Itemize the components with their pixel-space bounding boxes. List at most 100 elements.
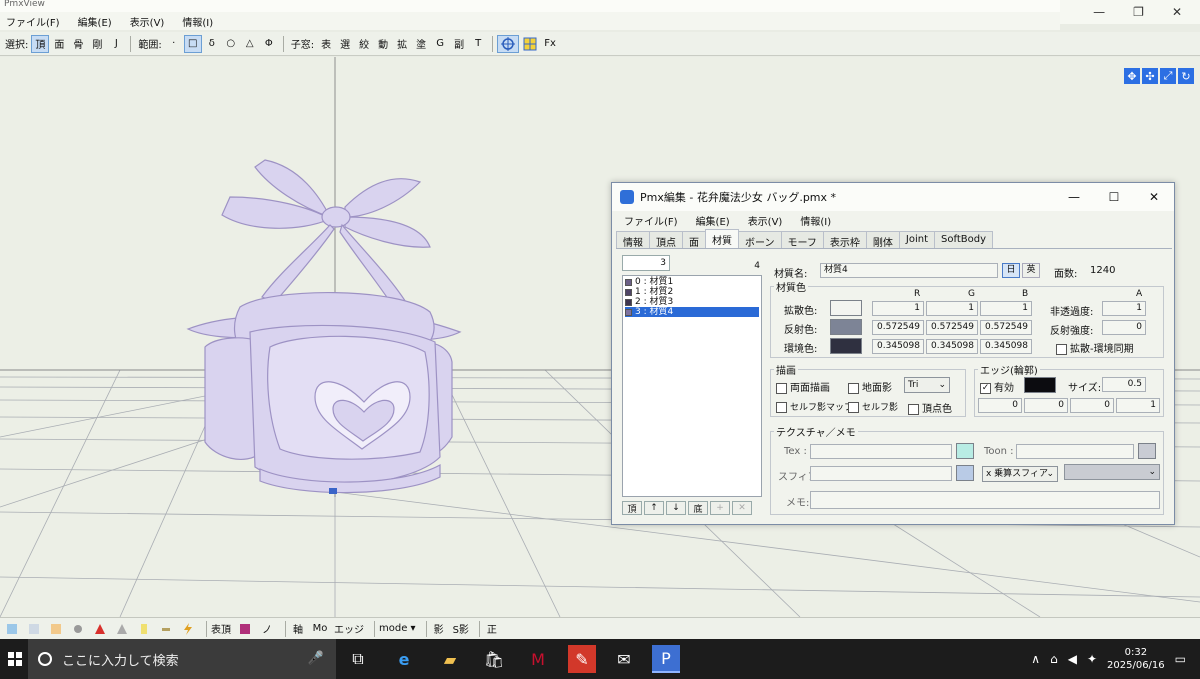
mode-dropdown[interactable]: mode ▾ [379,621,416,637]
list-item[interactable]: 1 : 材質2 [625,287,759,297]
move-bottom-button[interactable]: 底 [688,501,708,515]
select-bone-button[interactable]: 骨 [69,35,87,53]
file-explorer-icon[interactable]: ▰ [436,645,464,673]
edge-enabled-check-box[interactable]: ✓ [980,382,991,394]
diffuse-g-input[interactable]: 1 [926,301,978,316]
fx-button[interactable]: Fx [541,35,559,53]
rotate-icon[interactable]: ↻ [1178,68,1194,84]
dialog-menu-info[interactable]: 情報(I) [800,213,831,228]
mcafee-icon[interactable]: M [524,645,552,673]
specular-b-input[interactable]: 0.572549 [980,320,1032,335]
shadow-button[interactable]: 影 [431,621,447,637]
dialog-close-button[interactable]: ✕ [1134,183,1174,211]
volume-icon[interactable]: ◀ [1068,652,1077,666]
light-icon[interactable] [136,621,152,637]
network-icon[interactable]: ⌂ [1050,652,1058,666]
material-list[interactable]: 0 : 材質1 1 : 材質2 2 : 材質3 3 : 材質4 [622,275,762,497]
move-down-button[interactable]: ↓ [666,501,686,515]
normal-button[interactable]: ノ [259,621,275,637]
range-triangle-button[interactable]: △ [241,35,259,53]
tab-softbody[interactable]: SoftBody [934,231,993,248]
menu-info[interactable]: 情報(I) [182,14,213,29]
edge-size-input[interactable]: 0.5 [1102,377,1146,392]
tab-bone[interactable]: ボーン [738,231,782,249]
toon-path-input[interactable] [1016,444,1134,459]
tab-joint[interactable]: Joint [898,231,936,248]
specular-power-input[interactable]: 0 [1102,320,1146,335]
subwin-group-button[interactable]: G [431,35,449,53]
sync-check-box[interactable] [1056,343,1067,355]
edge-button[interactable]: エッジ [334,621,364,637]
self-shadow-map-check-box[interactable] [776,402,787,413]
move-xyz-icon[interactable]: ✥ [1124,68,1140,84]
chevron-up-icon[interactable]: ∧ [1031,652,1040,666]
close-button[interactable]: ✕ [1172,5,1182,19]
view-icon-4[interactable] [70,621,86,637]
edge-b-input[interactable]: 0 [1070,398,1114,413]
ambient-color-swatch[interactable] [830,338,862,354]
ortho-button[interactable]: 正 [484,621,500,637]
triangle-red-icon[interactable] [92,621,108,637]
range-circle-button[interactable]: ○ [222,35,240,53]
microphone-icon[interactable]: 🎤 [308,651,324,666]
mo-button[interactable]: Mo [312,621,328,637]
specular-color-swatch[interactable] [830,319,862,335]
dialog-minimize-button[interactable]: — [1054,183,1094,211]
select-rigid-button[interactable]: 剛 [88,35,106,53]
material-color-icon[interactable] [237,621,253,637]
tex-path-input[interactable] [810,444,952,459]
tab-morph[interactable]: モーフ [780,231,824,249]
pmxeditor-taskbar-icon[interactable]: P [652,645,680,673]
view-icon-1[interactable] [4,621,20,637]
tab-material[interactable]: 材質 [705,229,739,248]
memo-input[interactable] [810,491,1160,509]
ambient-g-input[interactable]: 0.345098 [926,339,978,354]
add-button[interactable]: + [710,501,730,515]
tab-rigid-body[interactable]: 剛体 [865,231,900,249]
draw-mode-select[interactable]: Tri ⌄ [904,377,950,393]
range-rect-button[interactable]: □ [183,34,202,53]
view-icon-2[interactable] [26,621,42,637]
axis-button[interactable]: 軸 [290,621,306,637]
tab-display-frame[interactable]: 表示枠 [822,231,867,249]
list-item[interactable]: 2 : 材質3 [625,297,759,307]
specular-r-input[interactable]: 0.572549 [872,320,924,335]
move-up-button[interactable]: ↑ [644,501,664,515]
grid-icon[interactable] [520,35,540,53]
material-index-input[interactable]: 3 [622,255,670,271]
subwin-t-button[interactable]: T [469,35,487,53]
opacity-input[interactable]: 1 [1102,301,1146,316]
dialog-menu-view[interactable]: 表示(V) [748,213,783,228]
diffuse-r-input[interactable]: 1 [872,301,924,316]
subwin-scale-button[interactable]: 拡 [393,35,411,53]
delete-button[interactable]: ✕ [732,501,752,515]
ground-shadow-check-box[interactable] [848,382,859,394]
lang-jp-button[interactable]: 日 [1002,263,1020,278]
self-shadow-button[interactable]: S影 [453,621,469,637]
mail-icon[interactable]: ✉ [610,645,638,673]
maximize-button[interactable]: ❐ [1133,5,1144,19]
specular-g-input[interactable]: 0.572549 [926,320,978,335]
notification-icon[interactable]: ▭ [1175,652,1186,666]
ambient-r-input[interactable]: 0.345098 [872,339,924,354]
toon-preset-select[interactable]: ⌄ [1064,464,1160,480]
sphere-path-input[interactable] [810,466,952,481]
crosshair-icon[interactable] [497,34,520,53]
list-item[interactable]: 0 : 材質1 [625,277,759,287]
dialog-maximize-button[interactable]: ☐ [1094,183,1134,211]
move-top-button[interactable]: 頂 [622,501,642,515]
windows-start-button[interactable] [0,639,30,679]
subwin-move-button[interactable]: 動 [374,35,392,53]
tab-info[interactable]: 情報 [616,231,650,249]
tab-vertex[interactable]: 頂点 [649,231,683,249]
move-icon[interactable]: ✣ [1142,68,1158,84]
show-vertex-button[interactable]: 表頂 [211,621,231,637]
range-lasso-button[interactable]: δ [203,35,221,53]
self-shadow-map-checkbox[interactable]: セルフ影マップ [776,400,853,413]
material-name-input[interactable]: 材質4 [820,263,998,278]
sphere-mode-select[interactable]: x 乗算スフィア ⌄ [982,466,1058,482]
subwin-table-button[interactable]: 表 [317,35,335,53]
task-view-icon[interactable]: ⧉ [344,645,372,673]
diffuse-b-input[interactable]: 1 [980,301,1032,316]
range-point-button[interactable]: · [165,35,183,53]
